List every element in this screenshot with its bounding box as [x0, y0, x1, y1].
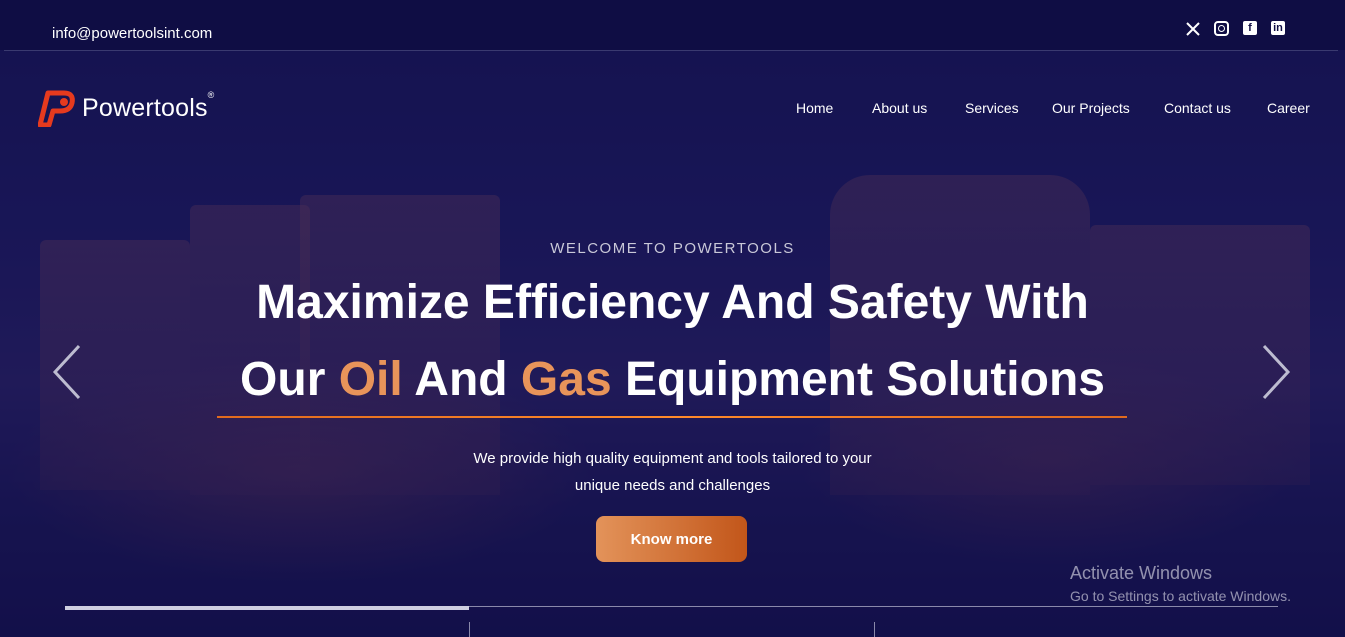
headline-underline [217, 416, 1127, 418]
accent-oil: Oil [338, 353, 403, 406]
activate-windows-subtitle: Go to Settings to activate Windows. [1070, 588, 1291, 604]
top-bar: info@powertoolsint.com f in [0, 0, 1345, 50]
hero-headline-line1: Maximize Efficiency And Safety With [256, 276, 1089, 329]
x-icon[interactable] [1185, 21, 1201, 37]
hero-eyebrow: WELCOME TO POWERTOOLS [550, 240, 795, 257]
nav-about-us[interactable]: About us [872, 100, 927, 116]
top-bar-divider [4, 50, 1338, 51]
nav-home[interactable]: Home [796, 100, 833, 116]
logo[interactable]: Powertools® [37, 89, 215, 128]
chevron-right-icon[interactable] [1261, 344, 1291, 400]
hero-headline-line2: Our Oil And Gas Equipment Solutions [240, 353, 1105, 406]
logo-icon [37, 89, 78, 128]
nav-our-projects[interactable]: Our Projects [1052, 100, 1130, 116]
logo-text: Powertools® [82, 89, 215, 122]
slide-divider [469, 622, 470, 637]
accent-gas: Gas [520, 353, 612, 406]
instagram-icon[interactable] [1214, 21, 1229, 36]
chevron-left-icon[interactable] [52, 344, 82, 400]
hero-subtitle-line1: We provide high quality equipment and to… [473, 450, 872, 467]
nav-contact-us[interactable]: Contact us [1164, 100, 1231, 116]
hero-subtitle-line2: unique needs and challenges [574, 477, 771, 494]
nav-career[interactable]: Career [1267, 100, 1310, 116]
nav-services[interactable]: Services [965, 100, 1019, 116]
facebook-icon[interactable]: f [1243, 21, 1257, 35]
slider-progress-fill [65, 606, 469, 610]
contact-email[interactable]: info@powertoolsint.com [52, 25, 212, 42]
know-more-button[interactable]: Know more [596, 516, 747, 562]
activate-windows-title: Activate Windows [1070, 563, 1213, 583]
slide-divider [874, 622, 875, 637]
linkedin-icon[interactable]: in [1271, 21, 1285, 35]
